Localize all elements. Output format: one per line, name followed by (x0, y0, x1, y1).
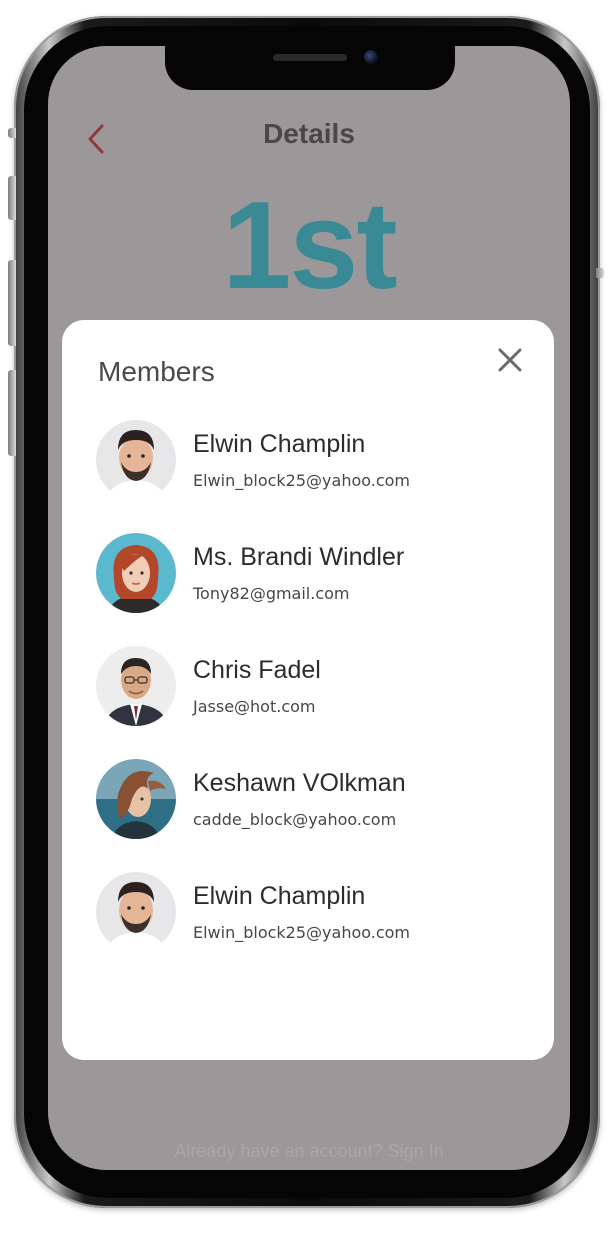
side-button (8, 128, 16, 138)
sign-in-link[interactable]: Already have an account? Sign In (48, 1141, 570, 1162)
volume-up-button (8, 176, 16, 220)
avatar-man-beard (96, 872, 176, 952)
member-name: Chris Fadel (193, 656, 321, 684)
avatar (96, 420, 176, 500)
list-item[interactable]: Chris Fadel Jasse@hot.com (96, 646, 536, 759)
list-item[interactable]: Elwin Champlin Elwin_block25@yahoo.com (96, 872, 536, 985)
member-name: Elwin Champlin (193, 430, 366, 458)
page-title: Details (263, 118, 355, 149)
device-mockup: Details 1st Already have an account? Sig… (0, 0, 612, 1245)
avatar-woman-windy-hair (96, 759, 176, 839)
avatar (96, 872, 176, 952)
members-list: Elwin Champlin Elwin_block25@yahoo.com M… (96, 420, 536, 985)
member-name: Ms. Brandi Windler (193, 543, 405, 571)
rank-value: 1st (222, 177, 397, 315)
avatar-man-glasses-suit (96, 646, 176, 726)
close-button[interactable] (492, 342, 528, 378)
member-email: Elwin_block25@yahoo.com (193, 471, 411, 490)
avatar (96, 759, 176, 839)
front-camera (364, 50, 378, 64)
list-item[interactable]: Keshawn VOlkman cadde_block@yahoo.com (96, 759, 536, 872)
avatar (96, 533, 176, 613)
close-icon (498, 348, 522, 372)
member-email: Jasse@hot.com (193, 697, 316, 716)
member-name: Keshawn VOlkman (193, 769, 406, 797)
member-name: Elwin Champlin (193, 882, 366, 910)
avatar-man-beard (96, 420, 176, 500)
member-email: Elwin_block25@yahoo.com (193, 923, 411, 942)
member-email: cadde_block@yahoo.com (193, 810, 397, 829)
notch (165, 46, 455, 90)
speaker-grille (273, 54, 347, 61)
avatar (96, 646, 176, 726)
volume-down-button (8, 260, 16, 346)
power-button (596, 268, 604, 278)
mute-switch (8, 370, 16, 456)
list-item[interactable]: Ms. Brandi Windler Tony82@gmail.com (96, 533, 536, 646)
list-item[interactable]: Elwin Champlin Elwin_block25@yahoo.com (96, 420, 536, 533)
member-email: Tony82@gmail.com (193, 584, 350, 603)
modal-title: Members (98, 356, 215, 387)
members-modal: Members Elwin Champlin Elwin_block25@yah… (62, 320, 554, 1060)
avatar-woman-redhair (96, 533, 176, 613)
